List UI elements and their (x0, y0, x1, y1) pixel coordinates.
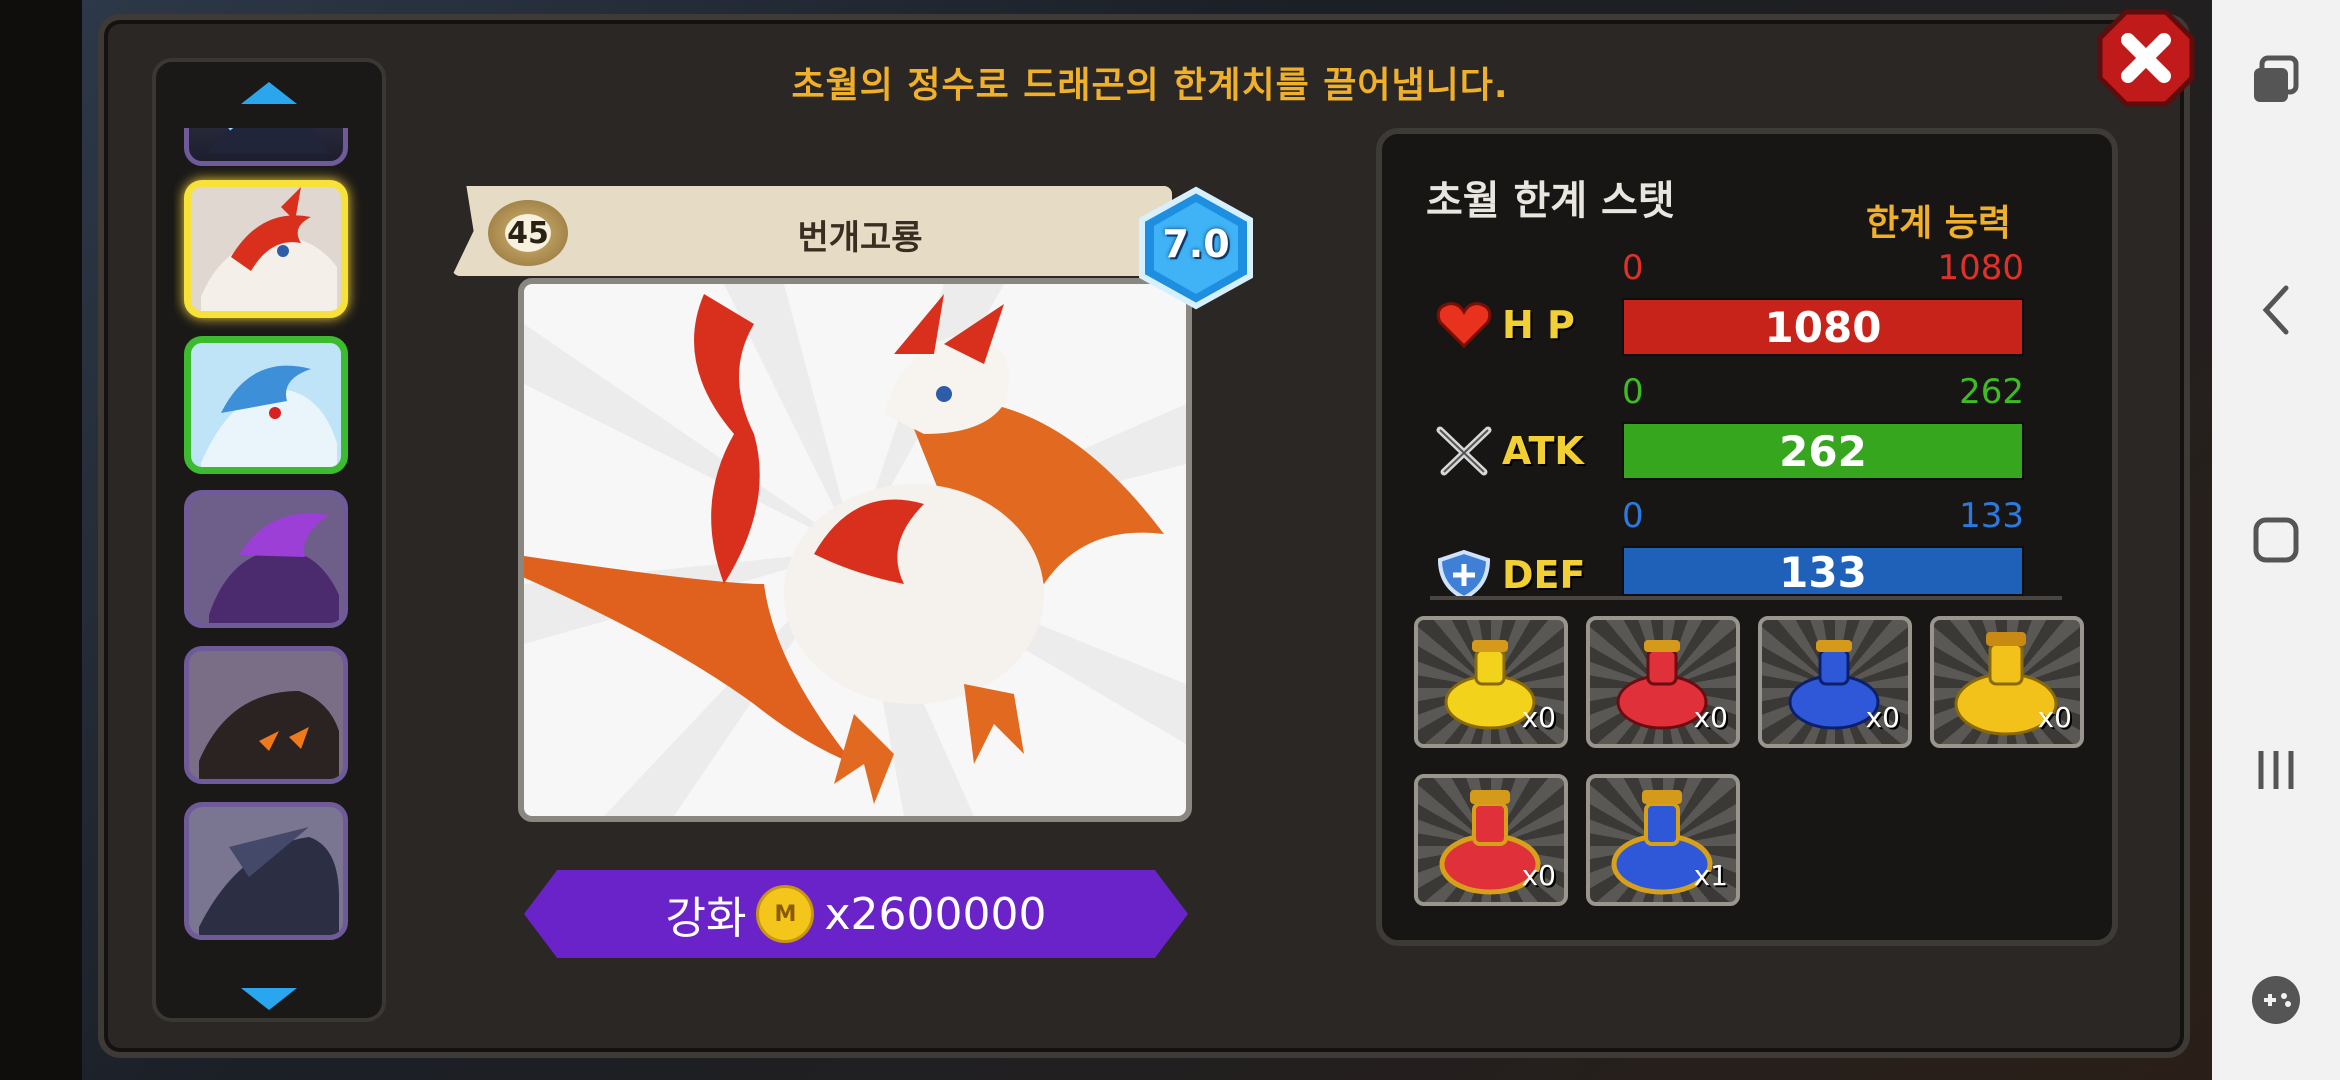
potion-count-blue: x0 (1865, 701, 1900, 734)
potion-slot-blue-elixir[interactable]: x1 (1586, 774, 1740, 906)
dragon-portrait (518, 278, 1192, 822)
potion-slot-red[interactable]: x0 (1586, 616, 1740, 748)
potion-count-red-elixir: x0 (1521, 859, 1556, 892)
def-bar: 133 (1622, 546, 2024, 597)
level-badge: 45 (488, 200, 568, 266)
atk-max: 262 (1959, 372, 2024, 412)
atk-bar: 262 (1622, 422, 2024, 480)
potion-slot-blue[interactable]: x0 (1758, 616, 1912, 748)
enhance-cost: x2600000 (824, 888, 1047, 940)
def-min: 0 (1622, 496, 1644, 536)
potion-count-gold: x0 (2037, 701, 2072, 734)
home-button[interactable] (2236, 500, 2316, 580)
dragon-thumb-ice[interactable] (184, 336, 348, 474)
crossed-swords-icon (1436, 426, 1492, 476)
steel-dragon-icon (199, 827, 339, 935)
shield-icon (1437, 549, 1491, 601)
arrow-down-icon (241, 988, 297, 1010)
potion-slot-gold[interactable]: x0 (1930, 616, 2084, 748)
atk-label: ATK (1502, 429, 1584, 473)
atk-label-row: ATK (1434, 424, 1584, 478)
hp-min: 0 (1622, 248, 1644, 288)
arrow-up-icon (241, 82, 297, 104)
overview-button[interactable] (2236, 40, 2316, 120)
home-square-icon (2253, 517, 2299, 563)
potion-count-red: x0 (1693, 701, 1728, 734)
hp-max: 1080 (1937, 248, 2024, 288)
dragon-thumb-purple[interactable] (184, 490, 348, 628)
dragon-thumb-steel[interactable] (184, 802, 348, 940)
game-tools-button[interactable] (2236, 960, 2316, 1040)
def-label-row: DEF (1434, 548, 1585, 602)
hp-label: H P (1502, 303, 1575, 347)
copy-windows-icon (2254, 55, 2299, 102)
scroll-up-button[interactable] (156, 80, 382, 106)
enhance-label: 강화 (665, 893, 747, 944)
def-max: 133 (1959, 496, 2024, 536)
potion-count-yellow: x0 (1521, 701, 1556, 734)
stats-divider (1430, 596, 2062, 600)
dragon-list-viewport (174, 128, 364, 1024)
black-fire-dragon-icon (199, 691, 339, 779)
chevron-left-icon (2262, 285, 2289, 335)
gamepad-icon (2252, 976, 2300, 1024)
def-label: DEF (1502, 553, 1586, 597)
recents-bars-icon (2258, 751, 2294, 789)
purple-dragon-icon (209, 513, 339, 623)
atk-min: 0 (1622, 372, 1644, 412)
coin-icon: M (756, 885, 815, 943)
recents-button[interactable] (2236, 730, 2316, 810)
potion-slot-yellow[interactable]: x0 (1414, 616, 1568, 748)
ability-title: 한계 능력 (1866, 203, 2012, 244)
dark-dragon-icon (209, 128, 329, 153)
hp-label-row: H P (1434, 300, 1575, 350)
back-button[interactable] (2236, 270, 2316, 350)
scroll-down-button[interactable] (156, 986, 382, 1012)
enhance-button[interactable]: 강화 M x2600000 (524, 870, 1188, 958)
lightning-dragon-icon (201, 187, 337, 311)
potion-count-blue-elixir: x1 (1693, 859, 1728, 892)
system-nav-bar (2212, 0, 2340, 1080)
dragon-thumb-lightning[interactable] (184, 180, 348, 318)
heart-icon (1436, 302, 1492, 349)
stats-title: 초월 한계 스탯 (1426, 178, 1675, 224)
screen-edge (0, 0, 82, 1080)
dragon-illustration (524, 284, 1186, 816)
potion-slot-red-elixir[interactable]: x0 (1414, 774, 1568, 906)
dragon-name: 번개고룡 (797, 218, 923, 258)
headline-text: 초월의 정수로 드래곤의 한계치를 끌어냅니다. (791, 65, 1509, 106)
dragon-thumb-dark[interactable] (184, 128, 348, 166)
close-icon (2097, 9, 2195, 107)
hp-bar: 1080 (1622, 298, 2024, 356)
close-button[interactable] (2096, 8, 2196, 108)
ice-dragon-icon (201, 365, 337, 467)
grade-value: 7.0 (1162, 222, 1230, 266)
dragon-thumb-black-fire[interactable] (184, 646, 348, 784)
dragon-list (152, 58, 386, 1022)
